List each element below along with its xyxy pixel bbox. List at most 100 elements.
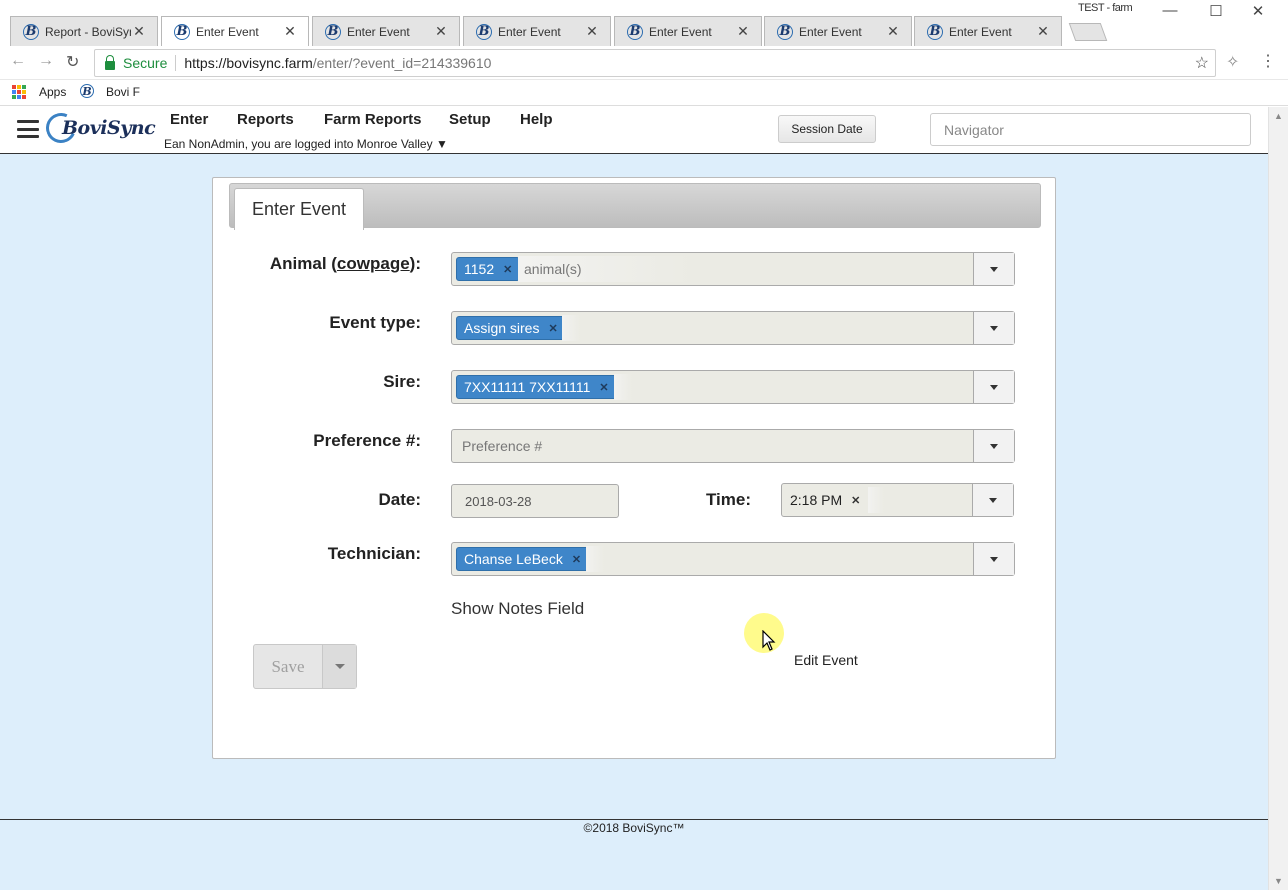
- sire-label: Sire:: [383, 372, 421, 391]
- browser-tab[interactable]: B Enter Event ✕: [312, 16, 460, 46]
- browser-tabstrip: BReport - BoviSync✕ BEnter Event✕ BEnter…: [0, 0, 1288, 46]
- technician-select[interactable]: Chanse LeBeck ✕: [451, 542, 1015, 576]
- bookmarks-bar: Apps B Bovi F: [0, 80, 1288, 106]
- browser-toolbar: ← → ↻ Secure https://bovisync.farm/enter…: [0, 46, 1288, 80]
- event-type-chip: Assign sires ✕: [456, 316, 566, 340]
- card-header: Enter Event: [229, 183, 1041, 230]
- address-bar[interactable]: Secure https://bovisync.farm/enter/?even…: [94, 49, 1216, 77]
- bookmark-star-icon[interactable]: ☆: [1195, 53, 1209, 73]
- technician-chip: Chanse LeBeck ✕: [456, 547, 590, 571]
- cowpage-link[interactable]: cowpage: [337, 254, 410, 273]
- caret-down-icon[interactable]: [973, 312, 1014, 344]
- preference-placeholder: Preference #: [462, 438, 543, 454]
- window-close-icon[interactable]: ✕: [1238, 2, 1278, 20]
- tab-enter-event[interactable]: Enter Event: [234, 188, 364, 230]
- scroll-down-icon[interactable]: ▼: [1274, 876, 1283, 886]
- time-label: Time:: [705, 490, 751, 509]
- browser-menu-icon[interactable]: ⋮: [1260, 51, 1276, 71]
- minimize-icon[interactable]: —: [1150, 2, 1190, 19]
- save-button[interactable]: Save: [254, 645, 322, 688]
- session-date-button[interactable]: Session Date: [778, 115, 876, 143]
- page-scrollbar[interactable]: ▲ ▼: [1268, 107, 1288, 890]
- enter-event-card: Enter Event Animal (cowpage): 1152 ✕ anim…: [212, 177, 1056, 759]
- technician-label: Technician:: [327, 544, 421, 563]
- remove-chip-icon[interactable]: ✕: [548, 322, 557, 335]
- url-path: /enter/?event_id=214339610: [312, 55, 492, 71]
- browser-tab[interactable]: BReport - BoviSync✕: [10, 16, 158, 46]
- bookmark-apps[interactable]: Apps: [39, 85, 66, 99]
- secure-label: Secure: [123, 55, 168, 71]
- browser-tab-active[interactable]: B Enter Event ✕: [161, 16, 309, 46]
- menu-enter[interactable]: Enter: [170, 111, 208, 128]
- time-select[interactable]: 2:18 PM ✕: [781, 483, 1014, 517]
- caret-down-icon[interactable]: [973, 253, 1014, 285]
- animal-chip: 1152 ✕: [456, 257, 521, 281]
- footer-copyright: ©2018 BoviSync™: [583, 821, 685, 835]
- preference-label: Preference #:: [313, 431, 421, 450]
- bovisync-favicon-icon: B: [777, 23, 793, 40]
- caret-down-icon[interactable]: [973, 543, 1014, 575]
- forward-arrow-icon[interactable]: →: [38, 52, 54, 70]
- tab-close-icon[interactable]: ✕: [735, 23, 751, 40]
- hamburger-menu-icon[interactable]: [17, 120, 39, 138]
- bookmark-bovi[interactable]: Bovi F: [106, 85, 140, 99]
- tab-close-icon[interactable]: ✕: [1035, 23, 1051, 40]
- tab-close-icon[interactable]: ✕: [584, 23, 600, 40]
- browser-tab[interactable]: B Enter Event ✕: [463, 16, 611, 46]
- menu-farm-reports[interactable]: Farm Reports: [324, 111, 422, 128]
- navigator-input[interactable]: [930, 113, 1251, 146]
- sire-chip: 7XX11111 7XX11111 ✕: [456, 375, 617, 399]
- back-arrow-icon[interactable]: ←: [10, 52, 26, 70]
- tab-close-icon[interactable]: ✕: [885, 23, 901, 40]
- bovisync-favicon-icon: B: [927, 23, 943, 40]
- menu-setup[interactable]: Setup: [449, 111, 491, 128]
- reload-icon[interactable]: ↻: [66, 52, 79, 72]
- date-label: Date:: [378, 490, 421, 509]
- extension-puzzle-icon[interactable]: ✧: [1226, 52, 1239, 72]
- logged-in-status[interactable]: Ean NonAdmin, you are logged into Monroe…: [164, 137, 448, 151]
- caret-down-icon[interactable]: [973, 430, 1014, 462]
- browser-profile-label[interactable]: TEST - farm: [1078, 2, 1133, 14]
- save-button-group[interactable]: Save: [253, 644, 357, 689]
- remove-chip-icon[interactable]: ✕: [503, 263, 512, 276]
- url-host: https://bovisync.farm: [184, 55, 313, 71]
- menu-reports[interactable]: Reports: [237, 111, 294, 128]
- bovisync-favicon-icon: B: [325, 23, 341, 40]
- sire-select[interactable]: 7XX11111 7XX11111 ✕: [451, 370, 1015, 404]
- bovisync-favicon-icon: B: [476, 23, 492, 40]
- apps-grid-icon[interactable]: [12, 85, 26, 99]
- caret-down-icon[interactable]: [973, 371, 1014, 403]
- bovisync-favicon-icon: B: [23, 23, 39, 40]
- tab-close-icon[interactable]: ✕: [433, 23, 449, 40]
- event-type-label: Event type:: [329, 313, 421, 332]
- bovisync-favicon-icon: B: [627, 23, 643, 40]
- show-notes-link[interactable]: Show Notes Field: [451, 599, 584, 619]
- caret-down-icon[interactable]: [972, 484, 1013, 516]
- edit-event-link[interactable]: Edit Event: [794, 652, 858, 668]
- tab-close-icon[interactable]: ✕: [282, 23, 298, 40]
- bovisync-favicon-icon: B: [174, 23, 190, 40]
- remove-chip-icon[interactable]: ✕: [851, 494, 860, 507]
- bovisync-logo[interactable]: BoviSync: [41, 108, 158, 148]
- remove-chip-icon[interactable]: ✕: [599, 381, 608, 394]
- remove-chip-icon[interactable]: ✕: [572, 553, 581, 566]
- mouse-cursor-icon: [762, 630, 776, 651]
- browser-tab[interactable]: B Enter Event ✕: [764, 16, 912, 46]
- new-tab-button[interactable]: [1068, 23, 1108, 41]
- animal-select[interactable]: 1152 ✕ animal(s): [451, 252, 1015, 286]
- scroll-up-icon[interactable]: ▲: [1274, 111, 1283, 121]
- app-navbar: BoviSync Enter Reports Farm Reports Setu…: [0, 107, 1268, 154]
- save-caret-down-icon[interactable]: [322, 645, 356, 688]
- preference-select[interactable]: Preference #: [451, 429, 1015, 463]
- menu-help[interactable]: Help: [520, 111, 553, 128]
- animal-placeholder: animal(s): [524, 261, 582, 277]
- event-type-select[interactable]: Assign sires ✕: [451, 311, 1015, 345]
- lock-icon: [105, 54, 115, 70]
- animal-label: Animal (cowpage):: [269, 254, 421, 273]
- date-input[interactable]: [451, 484, 619, 518]
- maximize-icon[interactable]: ☐: [1196, 2, 1236, 20]
- time-chip: 2:18 PM ✕: [790, 492, 861, 508]
- browser-tab[interactable]: B Enter Event ✕: [614, 16, 762, 46]
- browser-tab[interactable]: B Enter Event ✕: [914, 16, 1062, 46]
- tab-close-icon[interactable]: ✕: [131, 23, 147, 40]
